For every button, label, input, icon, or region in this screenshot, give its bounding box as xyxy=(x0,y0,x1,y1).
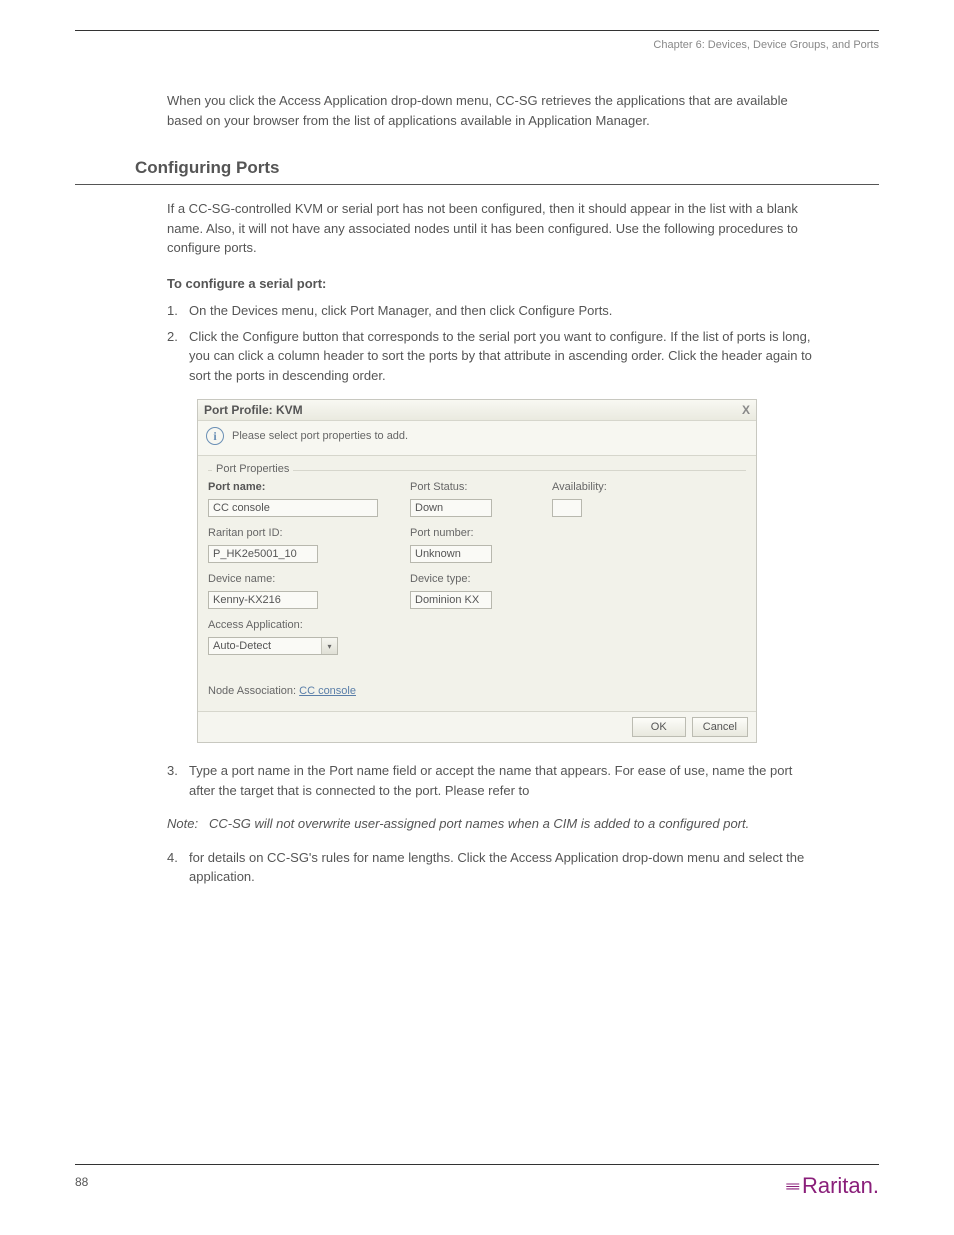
availability-label: Availability: xyxy=(552,481,662,493)
device-type-input xyxy=(410,591,492,609)
access-app-dropdown[interactable]: Auto-Detect ▾ xyxy=(208,637,338,655)
section-rule xyxy=(75,184,879,185)
raritan-port-id-label: Raritan port ID: xyxy=(208,527,378,539)
device-type-label: Device type: xyxy=(410,573,520,585)
port-profile-dialog: Port Profile: KVM X i Please select port… xyxy=(197,399,757,743)
dialog-message-row: i Please select port properties to add. xyxy=(198,421,756,456)
step-text: for details on CC-SG's rules for name le… xyxy=(189,848,819,887)
raritan-port-id-input[interactable] xyxy=(208,545,318,563)
dialog-message: Please select port properties to add. xyxy=(232,430,408,442)
chapter-header: Chapter 6: Devices, Device Groups, and P… xyxy=(75,39,879,51)
access-app-value: Auto-Detect xyxy=(209,640,321,652)
intro-para-2: If a CC-SG-controlled KVM or serial port… xyxy=(75,199,879,258)
availability-input xyxy=(552,499,582,517)
port-name-label: Port name: xyxy=(208,481,378,493)
step-number: 4. xyxy=(167,848,189,887)
chevron-down-icon[interactable]: ▾ xyxy=(321,638,337,654)
device-name-input[interactable] xyxy=(208,591,318,609)
step-number: 3. xyxy=(167,761,189,800)
port-properties-fieldset: Port Properties Port name: Raritan port … xyxy=(208,470,746,697)
port-status-label: Port Status: xyxy=(410,481,520,493)
port-number-label: Port number: xyxy=(410,527,520,539)
intro-para-1: When you click the Access Application dr… xyxy=(75,91,879,130)
bottom-rule xyxy=(75,1164,879,1165)
node-association-label: Node Association: xyxy=(208,685,296,697)
note: Note: CC-SG will not overwrite user-assi… xyxy=(75,814,879,834)
step-text: Click the Configure button that correspo… xyxy=(189,327,819,386)
node-association-link[interactable]: CC console xyxy=(299,685,356,697)
info-icon: i xyxy=(206,427,224,445)
section-title: Configuring Ports xyxy=(75,158,879,178)
page-number: 88 xyxy=(75,1175,88,1189)
brand-text: Raritan. xyxy=(802,1173,879,1199)
dialog-titlebar: Port Profile: KVM X xyxy=(198,400,756,421)
step-4: 4. for details on CC-SG's rules for name… xyxy=(75,848,879,887)
step-1: 1. On the Devices menu, click Port Manag… xyxy=(75,301,879,321)
dialog-title: Port Profile: KVM xyxy=(204,403,303,417)
port-status-input xyxy=(410,499,492,517)
port-name-input[interactable] xyxy=(208,499,378,517)
step-2: 2. Click the Configure button that corre… xyxy=(75,327,879,386)
steps-intro: To configure a serial port: xyxy=(75,274,879,294)
node-association-row: Node Association: CC console xyxy=(208,685,378,697)
device-name-label: Device name: xyxy=(208,573,378,585)
step-text: On the Devices menu, click Port Manager,… xyxy=(189,301,819,321)
cancel-button[interactable]: Cancel xyxy=(692,717,748,737)
step-number: 2. xyxy=(167,327,189,386)
fieldset-legend: Port Properties xyxy=(212,463,293,475)
ok-button[interactable]: OK xyxy=(632,717,686,737)
dialog-footer: OK Cancel xyxy=(198,711,756,742)
step-text: Type a port name in the Port name field … xyxy=(189,761,819,800)
access-app-label: Access Application: xyxy=(208,619,378,631)
close-icon[interactable]: X xyxy=(742,403,750,417)
note-text: CC-SG will not overwrite user-assigned p… xyxy=(209,814,749,834)
port-number-input xyxy=(410,545,492,563)
brand-icon: ≡≡ xyxy=(786,1178,798,1194)
top-rule xyxy=(75,30,879,31)
step-number: 1. xyxy=(167,301,189,321)
step-3: 3. Type a port name in the Port name fie… xyxy=(75,761,879,800)
note-label: Note: xyxy=(167,814,209,834)
brand-logo: ≡≡ Raritan. xyxy=(786,1173,879,1199)
